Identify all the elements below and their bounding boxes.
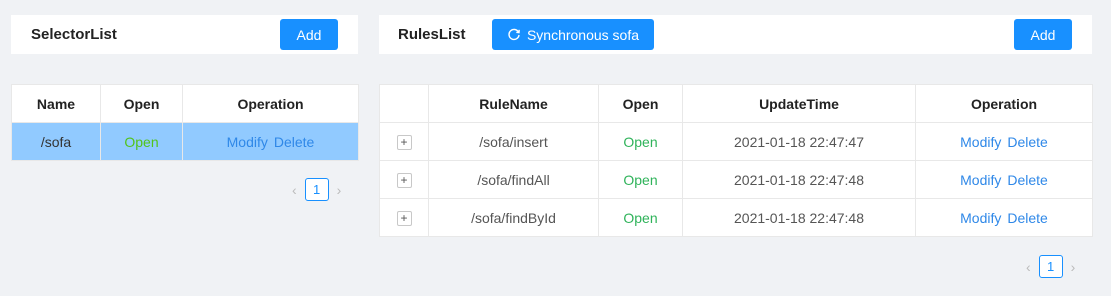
chevron-right-icon[interactable]: ›: [1071, 259, 1076, 275]
modify-link[interactable]: Modify: [960, 134, 1001, 150]
rule-open-status: Open: [598, 160, 683, 199]
table-row[interactable]: /sofa Open Modify Delete: [11, 122, 359, 161]
selector-list-title: SelectorList: [31, 26, 117, 43]
table-row: + /sofa/insert Open 2021-01-18 22:47:47 …: [379, 122, 1093, 161]
delete-link[interactable]: Delete: [274, 134, 314, 150]
rule-name-cell: /sofa/findById: [428, 198, 599, 237]
rules-pagination: ‹ 1 ›: [1026, 255, 1075, 278]
expand-cell: +: [379, 198, 429, 237]
column-header-operation: Operation: [915, 84, 1093, 123]
table-header-row: RuleName Open UpdateTime Operation: [379, 84, 1093, 123]
rules-list-title: RulesList: [398, 26, 466, 43]
modify-link[interactable]: Modify: [960, 210, 1001, 226]
rule-operation-cell: Modify Delete: [915, 160, 1093, 199]
selector-open-status: Open: [100, 122, 183, 161]
delete-link[interactable]: Delete: [1007, 134, 1047, 150]
rule-update-time: 2021-01-18 22:47:48: [682, 160, 916, 199]
column-header-open: Open: [100, 84, 183, 123]
chevron-left-icon[interactable]: ‹: [1026, 259, 1031, 275]
selector-operation-cell: Modify Delete: [182, 122, 359, 161]
expand-cell: +: [379, 160, 429, 199]
expand-cell: +: [379, 122, 429, 161]
selector-pagination: ‹ 1 ›: [292, 178, 341, 201]
table-row: + /sofa/findById Open 2021-01-18 22:47:4…: [379, 198, 1093, 237]
synchronous-sofa-button[interactable]: Synchronous sofa: [492, 19, 654, 50]
add-rule-button[interactable]: Add: [1014, 19, 1072, 50]
modify-link[interactable]: Modify: [227, 134, 268, 150]
table-header-row: Name Open Operation: [11, 84, 359, 123]
rule-operation-cell: Modify Delete: [915, 198, 1093, 237]
column-header-expand: [379, 84, 429, 123]
rule-name-cell: /sofa/insert: [428, 122, 599, 161]
column-header-open: Open: [598, 84, 683, 123]
add-selector-button[interactable]: Add: [280, 19, 338, 50]
column-header-updatetime: UpdateTime: [682, 84, 916, 123]
column-header-rulename: RuleName: [428, 84, 599, 123]
rules-list-header: RulesList Synchronous sofa Add: [379, 15, 1092, 54]
delete-link[interactable]: Delete: [1007, 210, 1047, 226]
rules-table: RuleName Open UpdateTime Operation + /so…: [379, 84, 1093, 237]
rule-operation-cell: Modify Delete: [915, 122, 1093, 161]
chevron-left-icon[interactable]: ‹: [292, 182, 297, 198]
selector-name-cell: /sofa: [11, 122, 101, 161]
table-row: + /sofa/findAll Open 2021-01-18 22:47:48…: [379, 160, 1093, 199]
column-header-name: Name: [11, 84, 101, 123]
rule-open-status: Open: [598, 198, 683, 237]
modify-link[interactable]: Modify: [960, 172, 1001, 188]
rule-update-time: 2021-01-18 22:47:48: [682, 198, 916, 237]
page-button-current[interactable]: 1: [304, 178, 329, 201]
sync-icon: [508, 28, 520, 40]
column-header-operation: Operation: [182, 84, 359, 123]
selector-list-header: SelectorList Add: [11, 15, 358, 54]
selector-table: Name Open Operation /sofa Open Modify Del…: [11, 84, 359, 161]
rule-name-cell: /sofa/findAll: [428, 160, 599, 199]
synchronous-sofa-label: Synchronous sofa: [526, 26, 640, 43]
page-button-current[interactable]: 1: [1038, 255, 1063, 278]
rule-open-status: Open: [598, 122, 683, 161]
expand-row-button[interactable]: +: [396, 135, 412, 150]
rule-update-time: 2021-01-18 22:47:47: [682, 122, 916, 161]
expand-row-button[interactable]: +: [396, 173, 412, 188]
delete-link[interactable]: Delete: [1007, 172, 1047, 188]
expand-row-button[interactable]: +: [396, 211, 412, 226]
chevron-right-icon[interactable]: ›: [337, 182, 342, 198]
